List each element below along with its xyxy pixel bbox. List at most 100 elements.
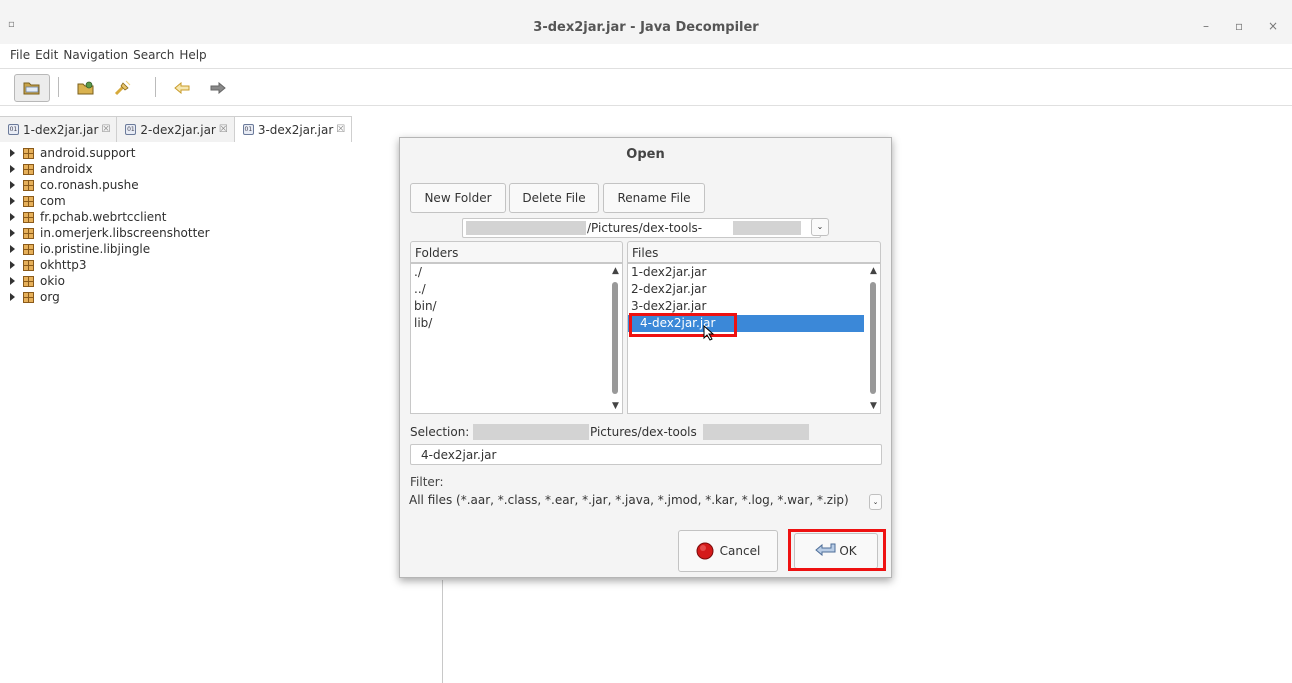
delete-file-button[interactable]: Delete File — [509, 183, 599, 213]
redacted-path — [473, 424, 589, 440]
package-icon — [23, 227, 34, 239]
rename-file-label: Rename File — [617, 191, 691, 205]
open-type-hierarchy-button[interactable] — [104, 74, 140, 102]
expand-arrow-icon[interactable] — [10, 293, 15, 301]
files-header[interactable]: Files — [627, 241, 881, 263]
chevron-down-icon[interactable]: ⌄ — [811, 218, 829, 236]
package-icon — [23, 291, 34, 303]
menu-edit[interactable]: Edit — [33, 46, 61, 66]
redacted-path — [703, 424, 809, 440]
file-item[interactable]: 1-dex2jar.jar — [628, 264, 864, 281]
back-button[interactable] — [164, 74, 200, 102]
tab-label: 3-dex2jar.jar — [257, 122, 334, 137]
close-icon[interactable]: × — [1268, 19, 1278, 33]
tree-item[interactable]: okio — [10, 273, 210, 289]
package-tree: android.support androidx co.ronash.pushe co… — [10, 145, 210, 305]
folders-list[interactable]: ./../bin/lib/ ▲ ▼ — [410, 263, 623, 414]
path-text: /Pictures/dex-tools- — [587, 221, 703, 235]
jar-file-icon: 01 — [242, 124, 254, 135]
expand-arrow-icon[interactable] — [10, 213, 15, 221]
highlight-ok-button — [788, 529, 886, 571]
open-dialog: Open New Folder Delete File Rename File … — [399, 137, 892, 578]
scroll-up-icon[interactable]: ▲ — [867, 266, 880, 276]
tab-1-dex2jar[interactable]: 01 1-dex2jar.jar ☒ — [0, 116, 118, 142]
tab-2-dex2jar[interactable]: 01 2-dex2jar.jar ☒ — [117, 116, 235, 142]
expand-arrow-icon[interactable] — [10, 261, 15, 269]
open-file-button[interactable] — [14, 74, 50, 102]
folder-item[interactable]: ./ — [411, 264, 622, 281]
new-folder-button[interactable]: New Folder — [410, 183, 506, 213]
tree-item[interactable]: org — [10, 289, 210, 305]
filter-combo[interactable]: All files (*.aar, *.class, *.ear, *.jar,… — [409, 493, 882, 513]
files-scrollbar[interactable]: ▲ ▼ — [867, 264, 880, 413]
scroll-thumb[interactable] — [612, 282, 618, 394]
tree-item[interactable]: fr.pchab.webrtcclient — [10, 209, 210, 225]
stop-icon — [696, 542, 714, 560]
scroll-down-icon[interactable]: ▼ — [609, 401, 622, 411]
expand-arrow-icon[interactable] — [10, 229, 15, 237]
tree-item-label: okio — [40, 274, 65, 288]
package-icon — [23, 163, 34, 175]
redacted-path — [466, 221, 586, 235]
tree-item-label: android.support — [40, 146, 136, 160]
menu-search[interactable]: Search — [131, 46, 177, 66]
maximize-icon[interactable]: ▫ — [1235, 19, 1243, 33]
scroll-thumb[interactable] — [870, 282, 876, 394]
scroll-up-icon[interactable]: ▲ — [609, 266, 622, 276]
folders-header[interactable]: Folders — [410, 241, 623, 263]
scroll-down-icon[interactable]: ▼ — [867, 401, 880, 411]
folders-scrollbar[interactable]: ▲ ▼ — [609, 264, 622, 413]
open-type-button[interactable] — [68, 74, 104, 102]
tab-3-dex2jar[interactable]: 01 3-dex2jar.jar ☒ — [234, 116, 353, 142]
cancel-button[interactable]: Cancel — [678, 530, 778, 572]
tab-close-icon[interactable]: ☒ — [219, 124, 228, 135]
expand-arrow-icon[interactable] — [10, 245, 15, 253]
tree-item[interactable]: in.omerjerk.libscreenshotter — [10, 225, 210, 241]
tree-item[interactable]: com — [10, 193, 210, 209]
menu-file[interactable]: File — [0, 46, 33, 66]
selection-input[interactable]: 4-dex2jar.jar — [410, 444, 882, 465]
package-icon — [23, 179, 34, 191]
title-bar: ▫ 3-dex2jar.jar - Java Decompiler – ▫ × — [0, 0, 1292, 44]
tab-label: 1-dex2jar.jar — [23, 122, 99, 137]
file-item[interactable]: 2-dex2jar.jar — [628, 281, 864, 298]
expand-arrow-icon[interactable] — [10, 277, 15, 285]
forward-button[interactable] — [200, 74, 236, 102]
package-icon — [23, 195, 34, 207]
tree-item[interactable]: co.ronash.pushe — [10, 177, 210, 193]
chevron-down-icon[interactable]: ⌄ — [869, 494, 882, 510]
path-combo[interactable]: /Pictures/dex-tools- — [462, 218, 821, 238]
folder-item[interactable]: ../ — [411, 281, 622, 298]
tree-item[interactable]: androidx — [10, 161, 210, 177]
tab-close-icon[interactable]: ☒ — [101, 124, 110, 135]
files-list[interactable]: 1-dex2jar.jar 2-dex2jar.jar 3-dex2jar.jar 4… — [627, 263, 881, 414]
arrow-right-icon — [210, 82, 226, 94]
mouse-cursor-icon — [703, 325, 715, 341]
selection-input-value: 4-dex2jar.jar — [421, 448, 497, 462]
rename-file-button[interactable]: Rename File — [603, 183, 705, 213]
highlight-selected-file — [629, 313, 737, 337]
tree-item[interactable]: io.pristine.libjingle — [10, 241, 210, 257]
expand-arrow-icon[interactable] — [10, 197, 15, 205]
folder-open-icon — [23, 82, 40, 95]
tab-close-icon[interactable]: ☒ — [336, 124, 345, 135]
expand-arrow-icon[interactable] — [10, 149, 15, 157]
expand-arrow-icon[interactable] — [10, 181, 15, 189]
package-icon — [23, 211, 34, 223]
tree-item-label: okhttp3 — [40, 258, 87, 272]
folder-item[interactable]: lib/ — [411, 315, 622, 332]
delete-file-label: Delete File — [522, 191, 586, 205]
window-title: 3-dex2jar.jar - Java Decompiler — [533, 20, 759, 35]
tree-item[interactable]: android.support — [10, 145, 210, 161]
menu-navigation[interactable]: Navigation — [61, 46, 131, 66]
tree-item[interactable]: okhttp3 — [10, 257, 210, 273]
tree-item-label: co.ronash.pushe — [40, 178, 139, 192]
pane-divider[interactable] — [442, 580, 443, 683]
filter-label: Filter: — [410, 475, 444, 489]
expand-arrow-icon[interactable] — [10, 165, 15, 173]
selection-label-text: Selection: — [410, 425, 470, 439]
tree-item-label: com — [40, 194, 66, 208]
minimize-icon[interactable]: – — [1203, 19, 1209, 33]
folder-item[interactable]: bin/ — [411, 298, 622, 315]
menu-help[interactable]: Help — [177, 46, 209, 66]
